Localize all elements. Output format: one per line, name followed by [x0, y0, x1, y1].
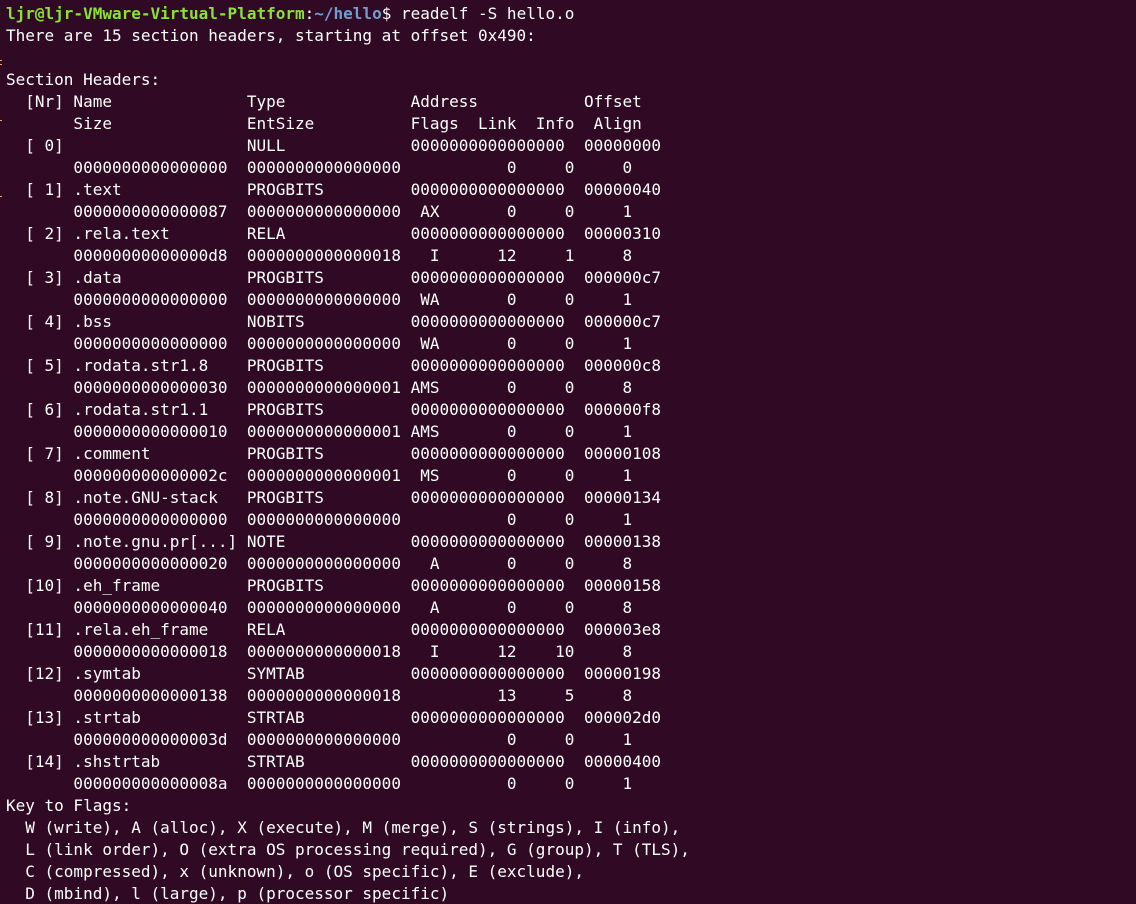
- section-row: [ 1] .text PROGBITS 0000000000000000 000…: [6, 180, 662, 199]
- section-row: [ 8] .note.GNU-stack PROGBITS 0000000000…: [6, 488, 662, 507]
- prompt-separator: :: [304, 4, 315, 23]
- section-row: [ 6] .rodata.str1.1 PROGBITS 00000000000…: [6, 400, 662, 419]
- terminal-window[interactable]: ljr@ljr-VMware-Virtual-Platform:~/hello$…: [0, 0, 1136, 904]
- flags-line: C (compressed), x (unknown), o (OS speci…: [6, 862, 584, 881]
- section-row: [13] .strtab STRTAB 0000000000000000 000…: [6, 708, 662, 727]
- output-summary: There are 15 section headers, starting a…: [6, 26, 536, 45]
- section-row: [ 5] .rodata.str1.8 PROGBITS 00000000000…: [6, 356, 662, 375]
- section-row: [ 4] .bss NOBITS 0000000000000000 000000…: [6, 312, 662, 331]
- prompt-symbol: $: [381, 4, 401, 23]
- section-row: [14] .shstrtab STRTAB 0000000000000000 0…: [6, 752, 662, 771]
- table-header-line1: [Nr] Name Type Address Offset: [6, 92, 642, 111]
- section-row-detail: 0000000000000000 0000000000000000 WA 0 0…: [6, 334, 633, 353]
- prompt-path: ~/hello: [314, 4, 382, 23]
- flags-line: D (mbind), l (large), p (processor speci…: [6, 884, 450, 903]
- section-row-detail: 0000000000000010 0000000000000001 AMS 0 …: [6, 422, 633, 441]
- section-row-detail: 000000000000002c 0000000000000001 MS 0 0…: [6, 466, 633, 485]
- section-row-detail: 0000000000000000 0000000000000000 0 0 1: [6, 510, 633, 529]
- window-edge-marks: [0, 0, 2, 904]
- section-row-detail: 0000000000000087 0000000000000000 AX 0 0…: [6, 202, 633, 221]
- flags-line: L (link order), O (extra OS processing r…: [6, 840, 690, 859]
- section-row: [10] .eh_frame PROGBITS 0000000000000000…: [6, 576, 662, 595]
- command-text: readelf -S hello.o: [400, 4, 575, 23]
- section-row: [ 3] .data PROGBITS 0000000000000000 000…: [6, 268, 662, 287]
- section-row-detail: 0000000000000000 0000000000000000 WA 0 0…: [6, 290, 633, 309]
- section-row-detail: 000000000000003d 0000000000000000 0 0 1: [6, 730, 633, 749]
- section-row: [11] .rela.eh_frame RELA 000000000000000…: [6, 620, 662, 639]
- section-row: [ 2] .rela.text RELA 0000000000000000 00…: [6, 224, 662, 243]
- section-headers-title: Section Headers:: [6, 70, 161, 89]
- section-row-detail: 0000000000000000 0000000000000000 0 0 0: [6, 158, 633, 177]
- section-row-detail: 0000000000000020 0000000000000000 A 0 0 …: [6, 554, 633, 573]
- table-header-line2: Size EntSize Flags Link Info Align: [6, 114, 642, 133]
- flags-line: W (write), A (alloc), X (execute), M (me…: [6, 818, 681, 837]
- section-row: [ 9] .note.gnu.pr[...] NOTE 000000000000…: [6, 532, 662, 551]
- section-row-detail: 00000000000000d8 0000000000000018 I 12 1…: [6, 246, 633, 265]
- section-row-detail: 0000000000000040 0000000000000000 A 0 0 …: [6, 598, 633, 617]
- section-row: [ 7] .comment PROGBITS 0000000000000000 …: [6, 444, 662, 463]
- section-row-detail: 000000000000008a 0000000000000000 0 0 1: [6, 774, 633, 793]
- section-row-detail: 0000000000000018 0000000000000018 I 12 1…: [6, 642, 633, 661]
- flags-title: Key to Flags:: [6, 796, 132, 815]
- section-row: [ 0] NULL 0000000000000000 00000000: [6, 136, 662, 155]
- section-row: [12] .symtab SYMTAB 0000000000000000 000…: [6, 664, 662, 683]
- prompt-user-host: ljr@ljr-VMware-Virtual-Platform: [6, 4, 305, 23]
- section-row-detail: 0000000000000030 0000000000000001 AMS 0 …: [6, 378, 633, 397]
- prompt-line: ljr@ljr-VMware-Virtual-Platform:~/hello$…: [6, 3, 1136, 25]
- section-row-detail: 0000000000000138 0000000000000018 13 5 8: [6, 686, 633, 705]
